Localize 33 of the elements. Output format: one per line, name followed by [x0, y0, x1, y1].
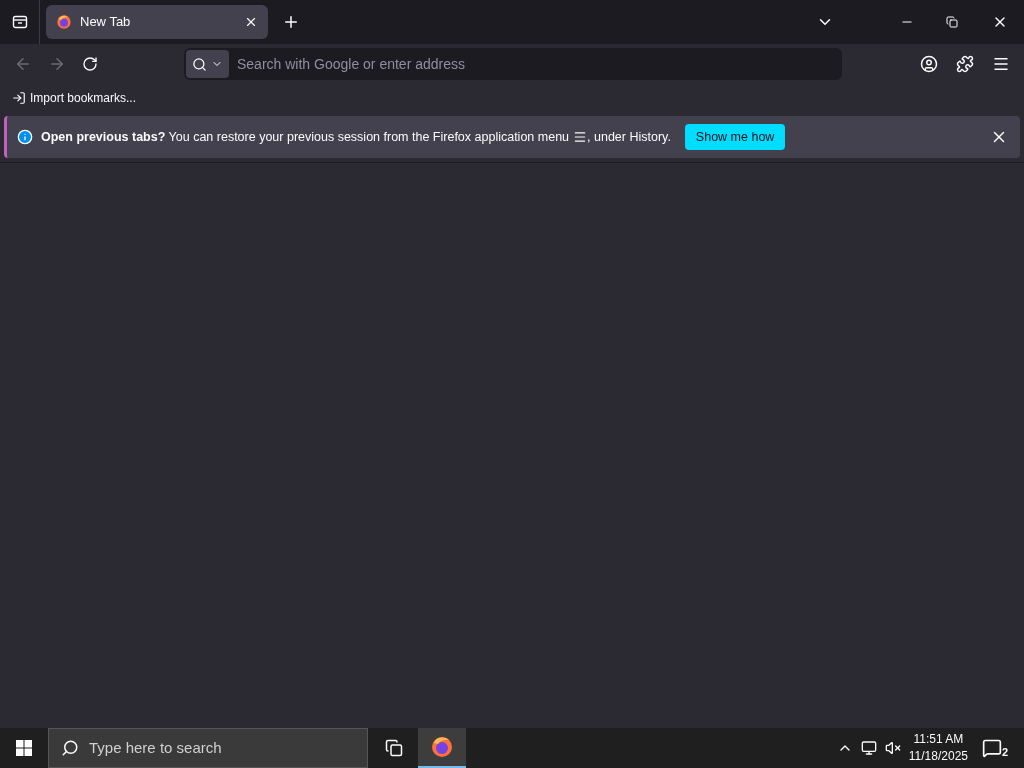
windows-icon — [16, 740, 32, 756]
restore-icon[interactable] — [946, 16, 958, 28]
notification-message: Open previous tabs? You can restore your previous session from the Firefox application menu — [41, 128, 570, 146]
tray-icon — [11, 14, 28, 30]
clock-time[interactable]: 11:51 AM — [913, 731, 964, 748]
menu-icon[interactable] — [992, 55, 1010, 73]
notification-message: , under History. — [587, 128, 671, 146]
muted-speaker-icon[interactable] — [884, 740, 901, 756]
info-icon — [17, 129, 33, 145]
close-icon[interactable] — [244, 15, 258, 29]
search-engine-button[interactable] — [186, 50, 229, 78]
import-icon — [12, 91, 26, 105]
search-icon — [61, 739, 79, 757]
reload-icon[interactable] — [82, 56, 98, 72]
browser-logo-icon — [430, 735, 454, 759]
taskbar-search-field[interactable]: Type here to search — [48, 728, 368, 768]
browser-logo-icon — [56, 14, 72, 30]
clock-date[interactable]: 11/18/2025 — [908, 748, 968, 765]
extensions-icon[interactable] — [956, 55, 974, 73]
notification-center-icon[interactable] — [982, 738, 1002, 758]
task-view-icon — [385, 739, 403, 757]
network-icon[interactable] — [860, 740, 877, 756]
notification-count: 2 — [1001, 745, 1008, 760]
bookmark-item[interactable]: Import bookmarks... — [12, 89, 137, 107]
browser-tab[interactable]: New Tab — [46, 5, 268, 39]
show-me-how-button[interactable]: Show me how — [684, 124, 786, 150]
search-icon — [192, 56, 207, 72]
menu-icon — [573, 130, 588, 144]
taskbar-app[interactable] — [418, 728, 466, 768]
address-field[interactable]: Search with Google or enter address — [184, 48, 842, 80]
tab-title: New Tab — [80, 13, 132, 32]
new-tab-icon[interactable] — [282, 13, 300, 31]
account-icon[interactable] — [920, 55, 938, 73]
